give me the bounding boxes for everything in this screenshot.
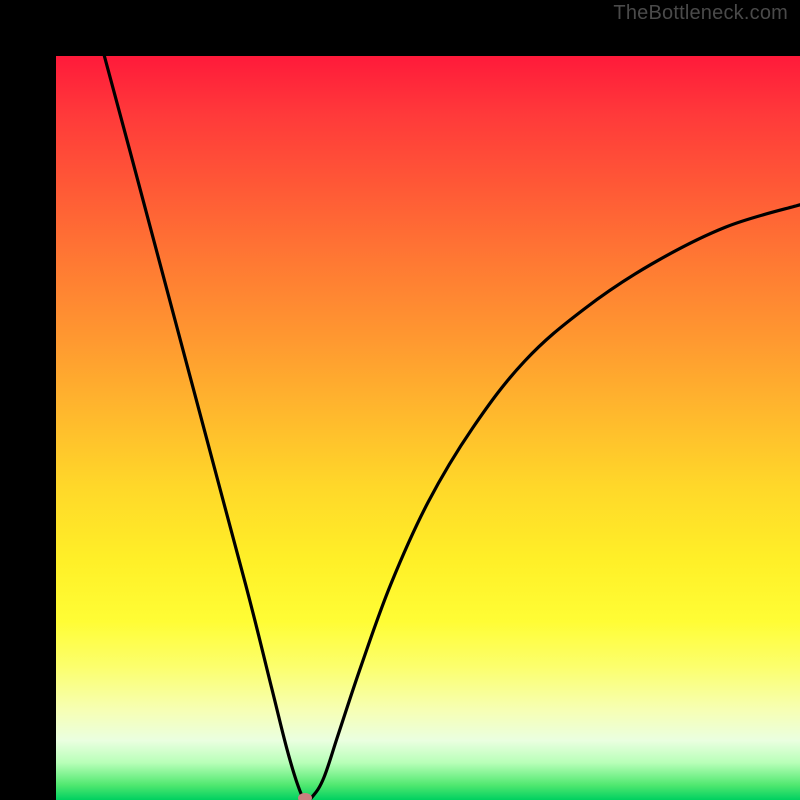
chart-frame	[0, 0, 800, 800]
bottleneck-curve	[104, 56, 800, 800]
curve-svg	[56, 56, 800, 800]
watermark-text: TheBottleneck.com	[613, 2, 788, 25]
plot-area	[56, 56, 800, 800]
minimum-marker-icon	[298, 793, 312, 800]
